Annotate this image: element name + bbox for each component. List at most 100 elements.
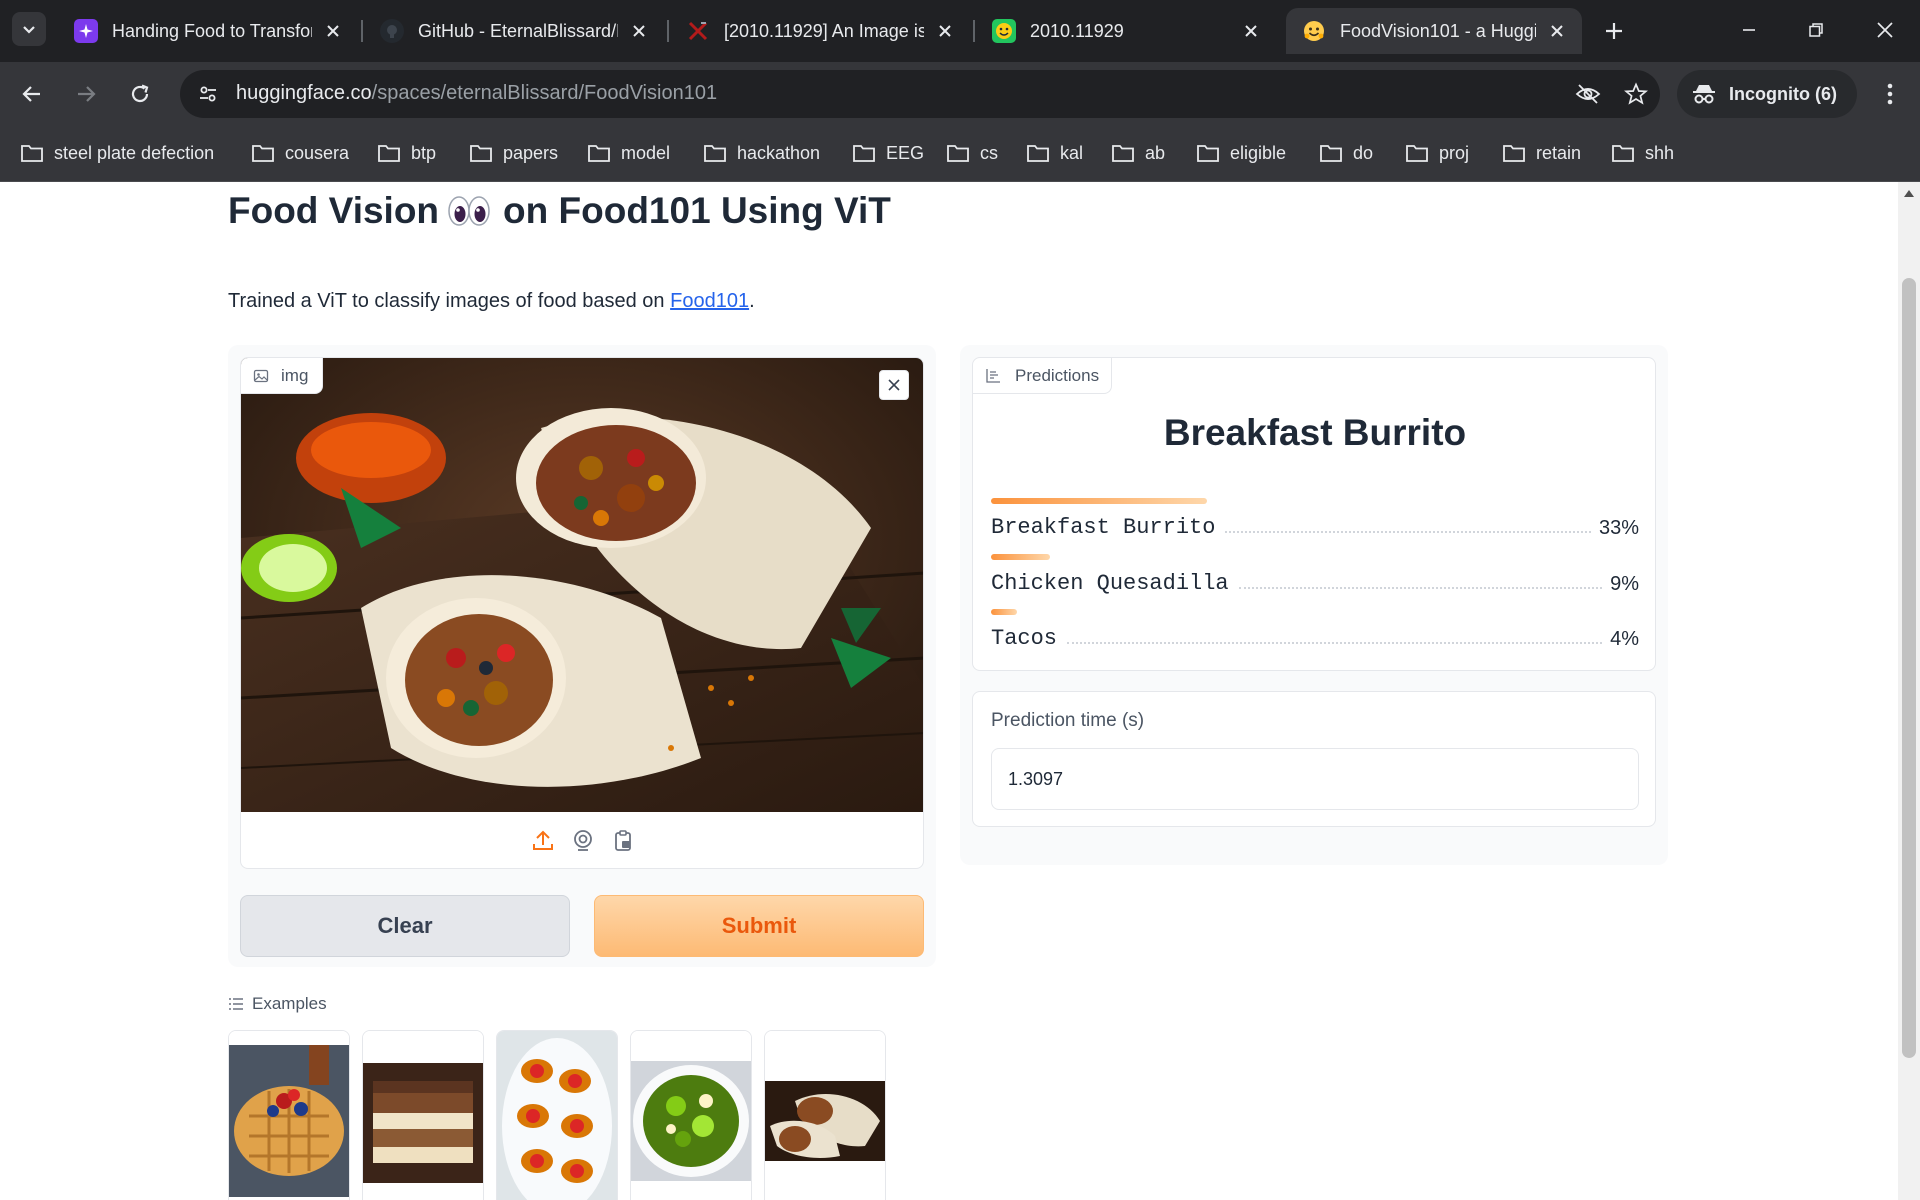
site-info-button[interactable] <box>194 80 222 108</box>
reload-button[interactable] <box>122 76 158 112</box>
minimize-button[interactable] <box>1726 10 1772 50</box>
url-path: /spaces/eternalBlissard/FoodVision101 <box>371 82 718 104</box>
webcam-source-button[interactable] <box>570 828 596 854</box>
tune-icon <box>200 86 216 102</box>
bookmarks-bar: steel plate defection cousera btp papers… <box>0 126 1920 182</box>
image-input[interactable]: img <box>240 357 924 869</box>
tracking-protection-button[interactable] <box>1575 81 1601 107</box>
page-viewport: Food Vision on Food101 Using ViT Trained… <box>0 182 1898 1200</box>
folder-icon <box>378 145 400 162</box>
page-title: Food Vision on Food101 Using ViT <box>228 190 891 232</box>
page-scrollbar[interactable] <box>1898 182 1920 1200</box>
close-icon[interactable] <box>628 20 650 42</box>
tab-title: FoodVision101 - a Hugging Face Space <box>1340 20 1536 41</box>
image-input-label-text: img <box>281 365 309 385</box>
browser-toolbar: huggingface.co/spaces/eternalBlissard/Fo… <box>0 62 1920 126</box>
hugging-face-icon <box>1302 19 1326 43</box>
output-panel: Predictions Breakfast Burrito Breakfast … <box>960 345 1668 865</box>
address-bar[interactable]: huggingface.co/spaces/eternalBlissard/Fo… <box>180 70 1660 118</box>
bookmark-label: shh <box>1645 142 1675 163</box>
clipboard-source-button[interactable] <box>610 828 636 854</box>
scrollbar-thumb[interactable] <box>1902 278 1916 1058</box>
bookmark-folder[interactable]: shh <box>1611 136 1674 170</box>
tab-2[interactable]: [2010.11929] An Image is Worth 16x16 Wor… <box>670 8 970 54</box>
bookmark-folder[interactable]: proj <box>1405 136 1469 170</box>
restore-button[interactable] <box>1793 10 1839 50</box>
clear-button[interactable]: Clear <box>240 895 570 957</box>
bookmark-folder[interactable]: cousera <box>251 136 349 170</box>
browser-menu-button[interactable] <box>1872 76 1908 112</box>
tab-3[interactable]: 2010.11929 <box>976 8 1276 54</box>
back-button[interactable] <box>14 76 50 112</box>
bookmark-folder[interactable]: kal <box>1026 136 1083 170</box>
bookmark-folder[interactable]: model <box>587 136 670 170</box>
reload-icon <box>131 84 149 103</box>
arrow-right-icon <box>78 86 96 102</box>
restore-icon <box>1809 23 1823 37</box>
new-tab-button[interactable] <box>1597 14 1631 48</box>
bookmark-folder[interactable]: btp <box>377 136 436 170</box>
webcam-icon <box>574 830 592 851</box>
bookmark-folder[interactable]: steel plate defection <box>20 136 214 170</box>
title-text: Food Vision <box>228 190 440 231</box>
github-icon <box>380 19 404 43</box>
close-icon[interactable] <box>322 20 344 42</box>
scroll-up-arrow-icon[interactable] <box>1904 190 1914 197</box>
bookmark-folder[interactable]: hackathon <box>703 136 820 170</box>
tab-title: GitHub - EternalBlissard/FoodVision101 <box>418 20 618 41</box>
bookmark-label: do <box>1353 142 1374 163</box>
example-thumbnail-tiramisu[interactable] <box>362 1030 484 1200</box>
forward-button[interactable] <box>68 76 104 112</box>
plus-icon <box>1606 23 1622 39</box>
food101-link[interactable]: Food101 <box>670 290 749 312</box>
prediction-time-output: Prediction time (s) 1.3097 <box>972 691 1656 827</box>
bookmark-label: btp <box>411 142 437 163</box>
bookmark-folder[interactable]: do <box>1319 136 1373 170</box>
description-text: Trained a ViT to classify images of food… <box>228 290 671 312</box>
close-icon[interactable] <box>1546 20 1568 42</box>
tab-0[interactable]: Handing Food to Transformers <box>58 8 358 54</box>
example-thumbnail-waffles[interactable] <box>228 1030 350 1200</box>
submit-button[interactable]: Submit <box>594 895 924 957</box>
folder-icon <box>1112 145 1134 162</box>
close-icon[interactable] <box>1240 20 1262 42</box>
close-icon[interactable] <box>934 20 956 42</box>
bookmark-folder[interactable]: EEG <box>852 136 924 170</box>
upload-source-button[interactable] <box>530 828 556 854</box>
example-thumbnail-caesar-salad[interactable] <box>630 1030 752 1200</box>
tab-search-button[interactable] <box>12 12 46 46</box>
bookmark-folder[interactable]: ab <box>1111 136 1165 170</box>
bookmark-folder[interactable]: retain <box>1502 136 1581 170</box>
folder-icon <box>704 145 726 162</box>
eye-off-icon <box>1575 84 1601 104</box>
incognito-badge[interactable]: Incognito (6) <box>1677 70 1857 118</box>
food-photo <box>241 358 923 812</box>
remove-image-button[interactable] <box>879 370 909 400</box>
example-thumbnail-bruschetta[interactable] <box>496 1030 618 1200</box>
tab-4-active[interactable]: FoodVision101 - a Hugging Face Space <box>1286 8 1582 54</box>
bookmark-folder[interactable]: eligible <box>1196 136 1286 170</box>
folder-icon <box>21 145 43 162</box>
bookmark-folder[interactable]: cs <box>946 136 998 170</box>
dotted-leader <box>1238 587 1603 589</box>
bookmark-label: retain <box>1536 142 1582 163</box>
tab-separator <box>361 20 363 42</box>
url-text: huggingface.co/spaces/eternalBlissard/Fo… <box>236 82 717 105</box>
bookmark-star-button[interactable] <box>1623 81 1649 107</box>
clipboard-icon <box>615 830 631 851</box>
image-icon <box>253 369 269 382</box>
tab-1[interactable]: GitHub - EternalBlissard/FoodVision101 <box>364 8 664 54</box>
folder-icon <box>1320 145 1342 162</box>
minimize-icon <box>1743 29 1755 31</box>
prediction-time-field[interactable]: 1.3097 <box>991 748 1639 810</box>
bookmark-folder[interactable]: papers <box>469 136 558 170</box>
bookmark-label: kal <box>1060 142 1084 163</box>
input-panel: img Clear Submit <box>228 345 936 967</box>
close-window-button[interactable] <box>1862 10 1908 50</box>
folder-icon <box>1027 145 1049 162</box>
confidence-value: 9% <box>1610 573 1639 595</box>
predictions-tag: Predictions <box>973 358 1113 394</box>
predictions-label-output: Predictions Breakfast Burrito Breakfast … <box>972 357 1656 671</box>
example-thumbnail-breakfast-burrito[interactable] <box>764 1030 886 1200</box>
bookmark-label: cs <box>980 142 998 163</box>
